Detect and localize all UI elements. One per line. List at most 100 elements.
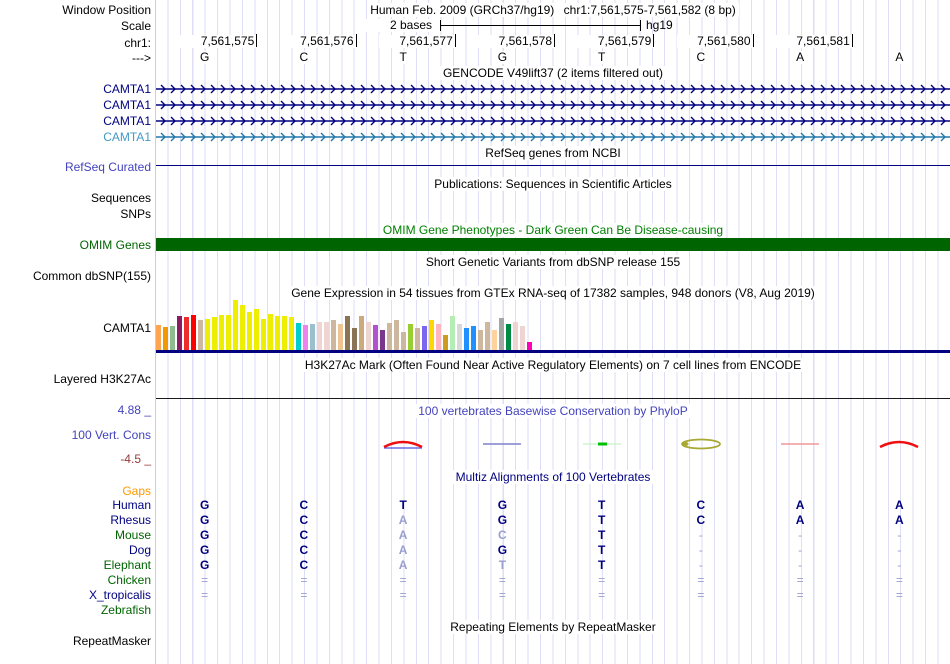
- repeatmasker-label[interactable]: RepeatMasker: [0, 634, 151, 648]
- gtex-tissue-bar[interactable]: [478, 330, 483, 350]
- dbsnp-label[interactable]: Common dbSNP(155): [0, 269, 151, 283]
- gtex-tissue-bar[interactable]: [352, 328, 357, 350]
- gtex-tissue-bar[interactable]: [233, 300, 238, 350]
- gtex-tissue-bar[interactable]: [219, 315, 224, 350]
- gtex-tissue-bar[interactable]: [317, 322, 322, 350]
- gtex-bar-chart[interactable]: [156, 300, 541, 350]
- gtex-tissue-bar[interactable]: [450, 316, 455, 350]
- gtex-tissue-bar[interactable]: [506, 324, 511, 350]
- gtex-tissue-bar[interactable]: [156, 325, 161, 350]
- gtex-tissue-bar[interactable]: [380, 330, 385, 350]
- gtex-tissue-bar[interactable]: [471, 326, 476, 350]
- phylop-min-value: -4.5 _: [120, 452, 151, 466]
- gtex-tissue-bar[interactable]: [429, 320, 434, 350]
- gtex-tissue-bar[interactable]: [464, 328, 469, 350]
- gtex-tissue-bar[interactable]: [415, 328, 420, 350]
- snps-label[interactable]: SNPs: [0, 207, 151, 221]
- species-label[interactable]: Elephant: [0, 558, 151, 572]
- alignment-base: T: [597, 543, 606, 557]
- gtex-tissue-bar[interactable]: [247, 312, 252, 350]
- omim-genes-label[interactable]: OMIM Genes: [0, 238, 151, 252]
- gene-label[interactable]: CAMTA1: [0, 82, 151, 96]
- gtex-tissue-bar[interactable]: [184, 317, 189, 350]
- gtex-tissue-bar[interactable]: [331, 320, 336, 350]
- species-label[interactable]: Mouse: [0, 528, 151, 542]
- gtex-tissue-bar[interactable]: [268, 314, 273, 350]
- gene-transcript-line[interactable]: [156, 83, 950, 95]
- species-label[interactable]: Human: [0, 498, 151, 512]
- omim-gene-bar[interactable]: [156, 238, 950, 251]
- gtex-tissue-bar[interactable]: [527, 342, 532, 350]
- base-letter: T: [394, 51, 413, 64]
- gtex-tissue-bar[interactable]: [296, 323, 301, 350]
- gtex-tissue-bar[interactable]: [163, 327, 168, 350]
- species-label[interactable]: Dog: [0, 543, 151, 557]
- alignment-base: T: [597, 528, 606, 542]
- gene-transcript-line[interactable]: [156, 99, 950, 111]
- gtex-tissue-bar[interactable]: [520, 326, 525, 350]
- gtex-tissue-bar[interactable]: [205, 319, 210, 350]
- gtex-tissue-bar[interactable]: [289, 317, 294, 350]
- gtex-tissue-bar[interactable]: [513, 322, 518, 350]
- position-title: chr1:7,561,575-7,561,582 (8 bp): [560, 3, 739, 17]
- gtex-tissue-bar[interactable]: [394, 320, 399, 350]
- alignment-base: C: [696, 498, 706, 512]
- gtex-tissue-bar[interactable]: [282, 316, 287, 350]
- gtex-tissue-bar[interactable]: [212, 317, 217, 350]
- gtex-tissue-bar[interactable]: [254, 309, 259, 350]
- gtex-tissue-bar[interactable]: [401, 332, 406, 350]
- gtex-tissue-bar[interactable]: [191, 315, 196, 350]
- refseq-empty-line[interactable]: [156, 165, 950, 166]
- species-label[interactable]: Gaps: [0, 484, 151, 498]
- gene-label[interactable]: CAMTA1: [0, 98, 151, 112]
- species-label[interactable]: X_tropicalis: [0, 588, 151, 602]
- species-label[interactable]: Zebrafish: [0, 603, 151, 617]
- gtex-tissue-bar[interactable]: [275, 316, 280, 350]
- alignment-base: -: [698, 558, 703, 572]
- gene-transcript-line[interactable]: [156, 131, 950, 143]
- alignment-base: G: [497, 513, 508, 527]
- gtex-tissue-bar[interactable]: [310, 324, 315, 350]
- gtex-tissue-bar[interactable]: [422, 326, 427, 350]
- gtex-tissue-bar[interactable]: [443, 335, 448, 350]
- gtex-tissue-bar[interactable]: [373, 325, 378, 350]
- gtex-tissue-bar[interactable]: [324, 322, 329, 350]
- gtex-tissue-bar[interactable]: [338, 324, 343, 350]
- gtex-tissue-bar[interactable]: [170, 326, 175, 350]
- gtex-tissue-bar[interactable]: [226, 315, 231, 350]
- base-letter: T: [592, 51, 611, 64]
- gtex-tissue-bar[interactable]: [499, 318, 504, 350]
- ruler-tick: [554, 34, 555, 47]
- gtex-tissue-bar[interactable]: [198, 320, 203, 350]
- gtex-tissue-bar[interactable]: [177, 316, 182, 350]
- gtex-baseline: [156, 350, 950, 353]
- alignment-base: =: [201, 588, 209, 602]
- gtex-tissue-bar[interactable]: [303, 325, 308, 350]
- gtex-tissue-bar[interactable]: [366, 322, 371, 350]
- sequences-label[interactable]: Sequences: [0, 191, 151, 205]
- gene-transcript-line[interactable]: [156, 115, 950, 127]
- gtex-tissue-bar[interactable]: [457, 324, 462, 350]
- browser-position-title: Human Feb. 2009 (GRCh37/hg19) chr1:7,561…: [156, 3, 950, 17]
- refseq-curated-label[interactable]: RefSeq Curated: [0, 160, 151, 174]
- species-label[interactable]: Rhesus: [0, 513, 151, 527]
- phylop-label[interactable]: 100 Vert. Cons: [0, 428, 151, 442]
- base-letter: A: [890, 51, 909, 64]
- gtex-tissue-bar[interactable]: [485, 322, 490, 350]
- gtex-gene-label[interactable]: CAMTA1: [0, 321, 151, 335]
- gtex-tissue-bar[interactable]: [387, 323, 392, 350]
- gtex-tissue-bar[interactable]: [240, 305, 245, 350]
- gtex-tissue-bar[interactable]: [345, 316, 350, 350]
- alignment-base: =: [895, 573, 903, 587]
- dbsnp-track-title: Short Genetic Variants from dbSNP releas…: [156, 255, 950, 269]
- h3k27ac-label[interactable]: Layered H3K27Ac: [0, 372, 151, 386]
- gtex-tissue-bar[interactable]: [408, 324, 413, 350]
- scale-label: Scale: [120, 19, 151, 33]
- species-label[interactable]: Chicken: [0, 573, 151, 587]
- gtex-tissue-bar[interactable]: [492, 330, 497, 350]
- gene-label[interactable]: CAMTA1: [0, 114, 151, 128]
- gtex-tissue-bar[interactable]: [436, 324, 441, 350]
- gtex-tissue-bar[interactable]: [261, 319, 266, 350]
- gene-label[interactable]: CAMTA1: [0, 130, 151, 144]
- gtex-tissue-bar[interactable]: [359, 316, 364, 350]
